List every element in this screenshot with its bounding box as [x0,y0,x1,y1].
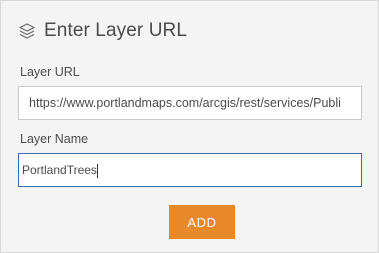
add-button-label: ADD [187,214,217,230]
enter-layer-url-panel: Enter Layer URL Layer URL https://www.po… [0,0,379,253]
panel-header: Enter Layer URL [18,17,187,45]
layers-icon [18,22,36,40]
layer-name-label: Layer Name [20,132,89,146]
layer-name-input[interactable]: PortlandTrees [18,153,362,187]
panel-title: Enter Layer URL [44,20,188,41]
layer-url-label: Layer URL [20,65,80,79]
layer-url-value: https://www.portlandmaps.com/arcgis/rest… [29,96,341,110]
layer-name-value: PortlandTrees [22,163,97,177]
add-button[interactable]: ADD [169,205,235,239]
layer-url-input[interactable]: https://www.portlandmaps.com/arcgis/rest… [18,86,362,120]
text-cursor [96,163,98,178]
